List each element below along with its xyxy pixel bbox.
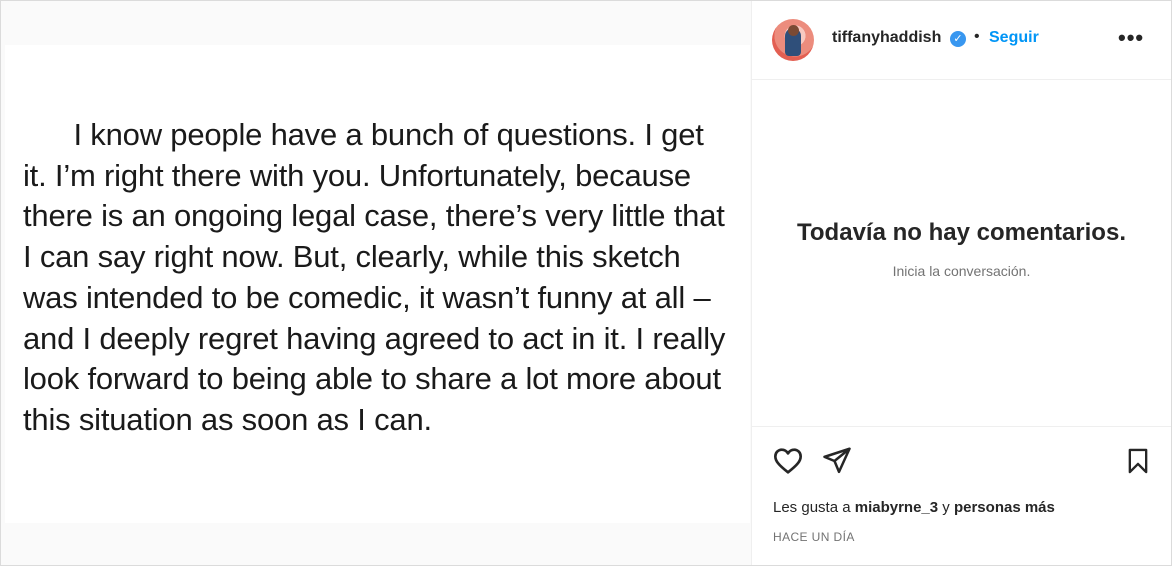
likes-summary: Les gusta a miabyrne_3 y personas más	[773, 499, 1055, 516]
post-timestamp[interactable]: HACE UN DÍA	[773, 530, 855, 544]
post-sidebar: tiffanyhaddish ✓ • Seguir ••• Todavía no…	[752, 1, 1171, 565]
verified-badge-icon: ✓	[950, 31, 966, 47]
separator-dot: •	[974, 28, 980, 45]
start-conversation-text: Inicia la conversación.	[892, 263, 1031, 279]
likes-middle: y	[938, 499, 954, 516]
comments-section: Todavía no hay comentarios. Inicia la co…	[752, 80, 1171, 427]
heart-icon[interactable]	[772, 445, 804, 477]
post-media: I know people have a bunch of questions.…	[1, 1, 752, 565]
post-image: I know people have a bunch of questions.…	[5, 45, 750, 523]
post-header: tiffanyhaddish ✓ • Seguir •••	[752, 1, 1171, 80]
likes-prefix: Les gusta a	[773, 499, 855, 516]
username-link[interactable]: tiffanyhaddish	[832, 29, 941, 47]
more-options-icon[interactable]: •••	[1118, 27, 1144, 49]
paper-plane-icon[interactable]	[822, 445, 852, 475]
no-comments-title: Todavía no hay comentarios.	[797, 219, 1126, 246]
bookmark-icon[interactable]	[1124, 446, 1152, 476]
post-image-text: I know people have a bunch of questions.…	[23, 117, 734, 437]
follow-button[interactable]: Seguir	[989, 29, 1039, 47]
post-dialog: I know people have a bunch of questions.…	[0, 0, 1172, 566]
likes-others-link[interactable]: personas más	[954, 499, 1055, 516]
action-bar	[752, 441, 1171, 481]
liked-by-user-link[interactable]: miabyrne_3	[855, 499, 938, 516]
avatar[interactable]	[772, 19, 814, 61]
avatar-head	[788, 25, 799, 36]
